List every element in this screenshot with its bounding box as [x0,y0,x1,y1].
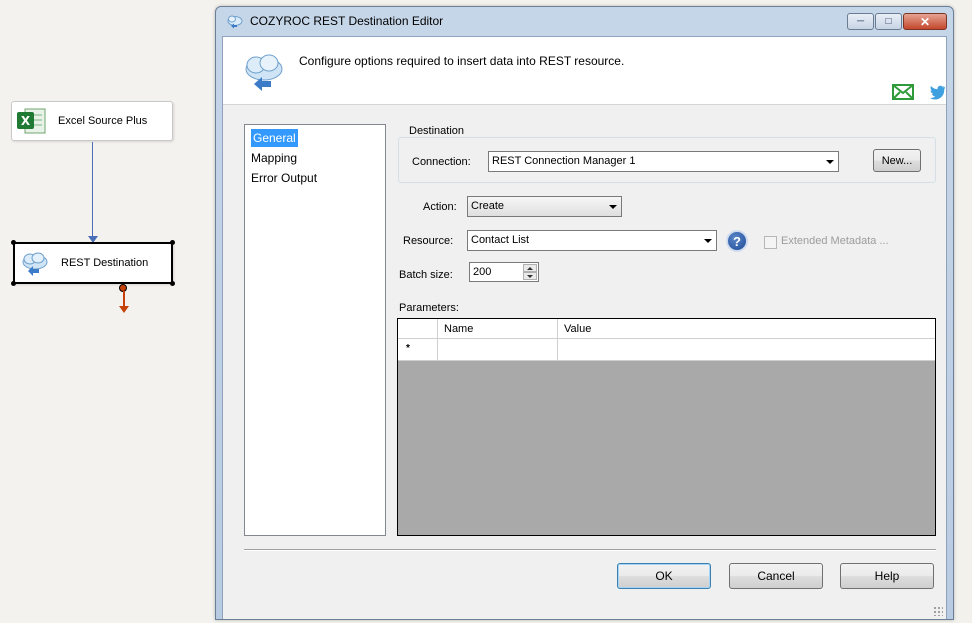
nav-item-error-output[interactable]: Error Output [248,168,382,188]
cloud-icon [241,49,287,96]
excel-source-node[interactable]: X Excel Source Plus [11,101,173,141]
data-flow-canvas: X Excel Source Plus REST Destination [0,0,215,623]
help-button-label: Help [874,569,900,583]
resize-handle[interactable] [11,240,16,245]
batch-size-label: Batch size: [399,269,453,281]
connection-select[interactable]: REST Connection Manager 1 [488,151,839,172]
maximize-icon: □ [885,15,892,27]
nav-item-mapping[interactable]: Mapping [248,148,382,168]
name-cell[interactable] [438,339,558,361]
action-label: Action: [423,201,457,213]
destination-group-title: Destination [406,125,468,137]
nav-item-label: Mapping [251,151,298,165]
extended-metadata-checkbox[interactable] [764,236,777,249]
excel-icon: X [15,106,49,136]
value-cell[interactable] [558,339,935,361]
resource-value: Contact List [471,234,530,246]
row-header-corner [398,319,438,338]
chevron-down-icon [609,205,617,209]
excel-source-label: Excel Source Plus [58,115,148,127]
rest-destination-label: REST Destination [61,257,149,269]
chevron-down-icon [704,239,712,243]
column-header-name[interactable]: Name [438,319,558,338]
cancel-button-label: Cancel [757,569,795,583]
cancel-button[interactable]: Cancel [729,563,823,589]
column-header-value[interactable]: Value [558,319,935,338]
resource-label: Resource: [403,235,454,247]
grid-header: Name Value [398,319,935,339]
new-connection-button[interactable]: New... [873,149,921,172]
rest-destination-node[interactable]: REST Destination [11,240,175,286]
new-row-marker: * [398,339,438,361]
nav-item-general[interactable]: General [248,128,382,148]
action-value: Create [471,200,505,212]
help-icon-glyph: ? [733,233,741,249]
cloud-icon [19,249,51,277]
data-path-connector[interactable] [92,142,93,238]
nav-item-label: Error Output [251,171,318,185]
resize-grip[interactable] [933,606,943,616]
twitter-icon[interactable] [928,85,946,103]
extended-metadata-label: Extended Metadata ... [781,235,889,247]
title-bar[interactable]: COZYROC REST Destination Editor ─ □ ✕ [216,7,953,35]
close-button[interactable]: ✕ [903,13,947,30]
parameters-label: Parameters: [399,302,459,314]
resize-handle[interactable] [11,281,16,286]
connection-label: Connection: [412,156,471,168]
ok-button[interactable]: OK [617,563,711,589]
resize-handle[interactable] [170,281,175,286]
parameters-grid[interactable]: Name Value * [397,318,936,536]
dialog-description: Configure options required to insert dat… [299,54,625,68]
connection-value: REST Connection Manager 1 [492,155,636,167]
spin-up-icon[interactable] [523,264,537,272]
cloud-icon [226,13,244,29]
action-select[interactable]: Create [467,196,622,217]
error-output-arrow [119,306,129,313]
page-navigation-list: General Mapping Error Output [244,124,386,536]
nav-item-label: General [251,129,298,147]
email-icon[interactable] [892,84,914,103]
minimize-icon: ─ [856,15,865,27]
help-icon[interactable]: ? [726,230,748,252]
footer-divider [244,549,936,551]
ok-button-label: OK [655,569,673,583]
resize-handle[interactable] [170,240,175,245]
close-icon: ✕ [919,14,931,29]
rest-destination-editor-window: COZYROC REST Destination Editor ─ □ ✕ Co… [215,6,954,620]
maximize-button[interactable]: □ [875,13,902,30]
spin-down-icon[interactable] [523,272,537,280]
batch-size-stepper[interactable]: 200 [469,262,539,282]
help-button[interactable]: Help [840,563,934,589]
dialog-header: Configure options required to insert dat… [223,37,946,105]
error-output-line [123,291,125,307]
new-connection-label: New... [881,154,913,167]
batch-size-value: 200 [473,266,492,278]
table-row[interactable]: * [398,339,935,361]
resource-select[interactable]: Contact List [467,230,717,251]
dialog-client-area: Configure options required to insert dat… [222,36,947,619]
window-title: COZYROC REST Destination Editor [250,14,444,28]
chevron-down-icon [826,160,834,164]
minimize-button[interactable]: ─ [847,13,874,30]
svg-text:X: X [21,114,31,128]
